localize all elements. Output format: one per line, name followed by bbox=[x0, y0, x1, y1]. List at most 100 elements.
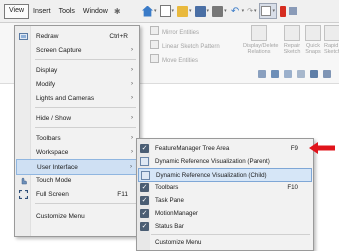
undo-icon: ↶ bbox=[230, 5, 240, 17]
home-button[interactable]: ▾ bbox=[142, 3, 157, 19]
repair-label: Repair Sketch bbox=[283, 43, 301, 55]
checkmark-icon: ✓ bbox=[140, 208, 149, 218]
menu-item-hide-show[interactable]: Hide / Show › bbox=[16, 111, 138, 125]
submenu-item-label: Toolbars bbox=[155, 183, 179, 191]
hide-show-icon[interactable] bbox=[310, 70, 318, 78]
menu-item-touch-mode[interactable]: Touch Mode bbox=[16, 173, 138, 187]
scene-icon[interactable] bbox=[323, 70, 331, 78]
menu-item-screen-capture[interactable]: Screen Capture › bbox=[16, 43, 138, 57]
save-button[interactable]: ▾ bbox=[194, 3, 209, 19]
menu-item-workspace[interactable]: Workspace › bbox=[16, 145, 138, 159]
view-orientation-icon[interactable] bbox=[271, 70, 279, 78]
home-icon bbox=[142, 5, 153, 17]
pattern-label: Linear Sketch Pattern bbox=[162, 44, 220, 50]
ribbon-mirror-entities[interactable]: Mirror Entities bbox=[150, 26, 199, 36]
touch-icon bbox=[19, 176, 28, 185]
menu-item-label: Workspace bbox=[36, 148, 69, 156]
ribbon-move-entities[interactable]: Move Entities bbox=[150, 54, 198, 64]
zoom-icon[interactable] bbox=[258, 70, 266, 78]
menu-view[interactable]: View bbox=[4, 4, 30, 19]
rebuild-button[interactable] bbox=[280, 3, 286, 19]
menu-item-toolbars[interactable]: Toolbars › bbox=[16, 131, 138, 145]
submenu-arrow-icon: › bbox=[131, 135, 133, 141]
menu-window[interactable]: Window bbox=[79, 5, 112, 18]
submenu-arrow-icon: › bbox=[131, 115, 133, 121]
ribbon-repair-sketch[interactable]: Repair Sketch bbox=[282, 25, 302, 55]
submenu-item-task-pane[interactable]: ✓ Task Pane bbox=[138, 194, 312, 206]
pattern-icon bbox=[150, 40, 159, 49]
menu-item-label: Lights and Cameras bbox=[36, 94, 95, 102]
submenu-item-featuremanager[interactable]: ✓ FeatureManager Tree Area F9 bbox=[138, 142, 312, 154]
quick-access-toolbar: ▾ ▾ ▾ ▾ ▾ ↶ ▾ ↷ ▾ ▾ bbox=[142, 3, 297, 19]
user-interface-submenu: ✓ FeatureManager Tree Area F9 Dynamic Re… bbox=[136, 138, 314, 251]
ribbon-rapid-sketch[interactable]: Rapid Sketch bbox=[324, 25, 339, 55]
submenu-item-label: Customize Menu bbox=[155, 238, 202, 246]
relations-icon bbox=[251, 25, 267, 41]
menu-tools[interactable]: Tools bbox=[55, 5, 79, 18]
menu-item-modify[interactable]: Modify › bbox=[16, 77, 138, 91]
move-label: Move Entities bbox=[162, 58, 199, 64]
checkmark-icon: ✓ bbox=[140, 195, 149, 205]
select-button[interactable]: ▾ bbox=[259, 3, 277, 19]
print-icon bbox=[212, 5, 224, 17]
menu-item-customize-menu[interactable]: Customize Menu bbox=[16, 209, 138, 223]
submenu-item-status-bar[interactable]: ✓ Status Bar bbox=[138, 220, 312, 232]
menu-separator bbox=[35, 107, 136, 108]
submenu-arrow-icon: › bbox=[131, 67, 133, 73]
submenu-item-toolbars[interactable]: ✓ Toolbars F10 bbox=[138, 181, 312, 193]
menu-item-shortcut: Ctrl+R bbox=[109, 32, 128, 40]
menu-item-label: Customize Menu bbox=[36, 212, 85, 220]
fullscreen-icon bbox=[19, 189, 28, 199]
menu-item-label: Touch Mode bbox=[36, 176, 72, 184]
submenu-arrow-icon: › bbox=[131, 47, 133, 53]
submenu-arrow-icon: › bbox=[131, 81, 133, 87]
pin-icon[interactable]: ✱ bbox=[114, 7, 121, 16]
submenu-item-label: Dynamic Reference Visualization (Child) bbox=[156, 171, 267, 179]
rapid-label: Rapid Sketch bbox=[324, 43, 339, 55]
new-doc-icon bbox=[159, 5, 171, 17]
checkmark-icon: ✓ bbox=[140, 221, 149, 231]
menu-item-redraw[interactable]: Redraw Ctrl+R bbox=[16, 29, 138, 43]
ribbon-display-relations[interactable]: Display/Delete Relations bbox=[243, 25, 278, 55]
submenu-item-customize-menu[interactable]: Customize Menu bbox=[138, 236, 312, 248]
select-icon bbox=[261, 6, 272, 16]
menu-insert[interactable]: Insert bbox=[29, 5, 55, 18]
open-button[interactable]: ▾ bbox=[177, 3, 192, 19]
options-button[interactable] bbox=[289, 3, 297, 19]
menu-item-label: Screen Capture bbox=[36, 46, 82, 54]
submenu-item-motionmanager[interactable]: ✓ MotionManager bbox=[138, 207, 312, 219]
submenu-item-label: MotionManager bbox=[155, 209, 198, 217]
menu-separator bbox=[151, 234, 310, 235]
redo-button[interactable]: ↷ ▾ bbox=[247, 3, 256, 19]
top-bar: View Insert Tools Window ✱ ▾ ▾ ▾ ▾ ▾ ↶ ▾ … bbox=[0, 0, 339, 23]
mirror-label: Mirror Entities bbox=[162, 30, 200, 36]
submenu-item-label: Dynamic Reference Visualization (Parent) bbox=[155, 157, 270, 165]
parent-ref-icon bbox=[140, 156, 149, 166]
view-menu: Redraw Ctrl+R Screen Capture › Display ›… bbox=[14, 25, 140, 237]
submenu-item-label: FeatureManager Tree Area bbox=[155, 144, 230, 152]
ribbon-quick-snaps[interactable]: Quick Snaps bbox=[305, 25, 321, 55]
mirror-icon bbox=[150, 26, 159, 35]
menu-item-display[interactable]: Display › bbox=[16, 63, 138, 77]
rebuild-icon bbox=[280, 5, 286, 17]
menu-item-label: Hide / Show bbox=[36, 114, 72, 122]
menu-item-label: Modify bbox=[36, 80, 56, 88]
new-button[interactable]: ▾ bbox=[159, 3, 174, 19]
undo-button[interactable]: ↶ ▾ bbox=[230, 3, 244, 19]
menu-separator bbox=[35, 127, 136, 128]
save-icon bbox=[194, 5, 206, 17]
red-arrow-icon bbox=[309, 142, 335, 154]
print-button[interactable]: ▾ bbox=[212, 3, 227, 19]
submenu-item-dynamic-ref-parent[interactable]: Dynamic Reference Visualization (Parent) bbox=[138, 155, 312, 167]
menu-separator bbox=[35, 59, 136, 60]
submenu-item-dynamic-ref-child[interactable]: Dynamic Reference Visualization (Child) bbox=[138, 168, 312, 182]
submenu-item-shortcut: F10 bbox=[287, 183, 298, 191]
section-view-icon[interactable] bbox=[284, 70, 292, 78]
menu-item-full-screen[interactable]: Full Screen F11 bbox=[16, 187, 138, 201]
submenu-item-label: Task Pane bbox=[155, 196, 184, 204]
display-style-icon[interactable] bbox=[297, 70, 305, 78]
redraw-icon bbox=[19, 32, 28, 41]
menu-item-lights-cameras[interactable]: Lights and Cameras › bbox=[16, 91, 138, 105]
submenu-arrow-icon: › bbox=[131, 95, 133, 101]
ribbon-linear-pattern[interactable]: Linear Sketch Pattern bbox=[150, 40, 220, 50]
